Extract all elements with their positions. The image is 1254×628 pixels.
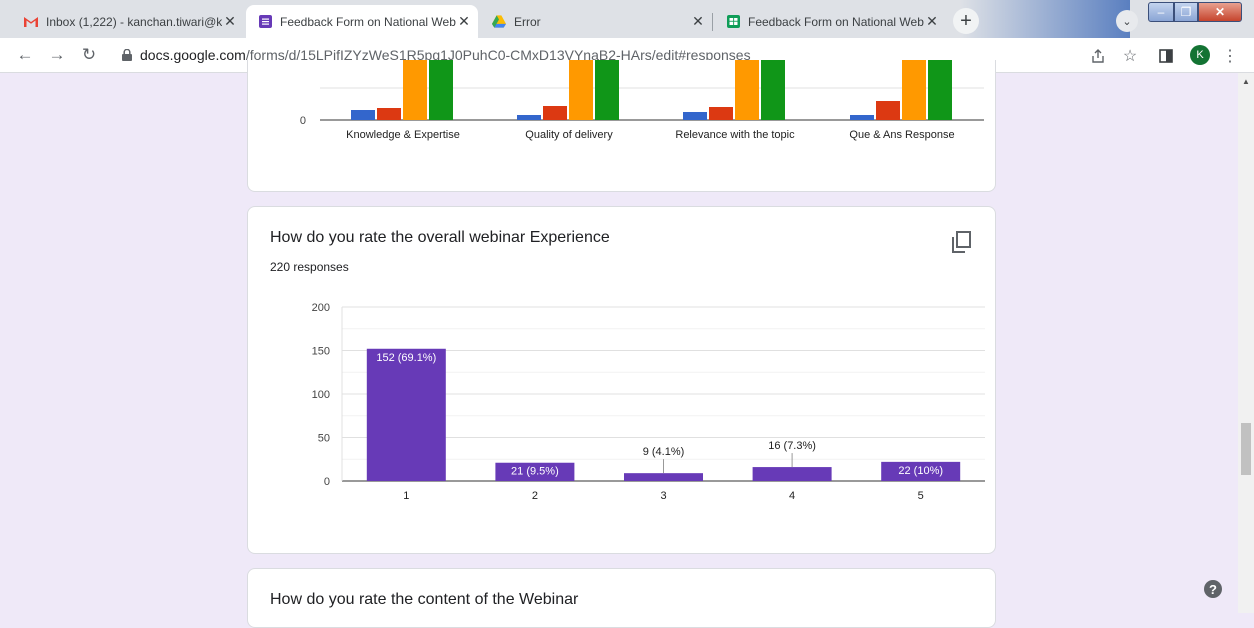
- tab-title: Inbox (1,222) - kanchan.tiwari@k: [46, 14, 222, 29]
- close-icon[interactable]: ✕: [456, 13, 472, 30]
- forward-icon[interactable]: →: [46, 44, 68, 66]
- y-tick-label: 0: [300, 115, 306, 127]
- chart-bar: [543, 106, 567, 120]
- chart-bar[interactable]: [752, 467, 832, 481]
- tab-search-button[interactable]: ⌄: [1116, 10, 1138, 32]
- chart-bar: [429, 60, 453, 120]
- close-icon[interactable]: ✕: [924, 13, 940, 30]
- x-tick-label: 3: [660, 490, 666, 502]
- chart-bar: [403, 60, 427, 120]
- page-scrollbar[interactable]: ▲: [1238, 73, 1254, 613]
- window-controls: – ❐ ✕: [1148, 2, 1242, 22]
- title-bar-gradient: [960, 0, 1130, 38]
- bar-data-label: 9 (4.1%): [643, 446, 685, 458]
- bar-data-label: 21 (9.5%): [511, 466, 559, 478]
- tab-error[interactable]: Error ✕: [480, 5, 712, 38]
- chart-bar: [351, 110, 375, 120]
- tab-title: Error: [514, 14, 541, 29]
- grouped-bar-chart: 0 Knowledge & Expertise Quality of delive…: [300, 60, 984, 141]
- chart-bar: [517, 115, 541, 120]
- back-icon[interactable]: ←: [14, 44, 36, 66]
- chart-bar: [902, 60, 926, 120]
- close-window-button[interactable]: ✕: [1198, 2, 1242, 22]
- bar-data-label: 22 (10%): [898, 465, 943, 477]
- drive-icon: [492, 15, 506, 29]
- gmail-icon: [24, 15, 38, 29]
- tab-title: Feedback Form on National Web: [748, 14, 924, 29]
- share-icon[interactable]: [1088, 46, 1108, 66]
- x-tick-label: 4: [789, 490, 795, 502]
- side-panel-icon[interactable]: [1156, 46, 1176, 66]
- response-count: 220 responses: [270, 260, 349, 274]
- chart-bar: [595, 60, 619, 120]
- chart-bar: [876, 101, 900, 120]
- chart-bar: [709, 107, 733, 120]
- scroll-up-icon[interactable]: ▲: [1242, 77, 1250, 86]
- tab-gmail[interactable]: Inbox (1,222) - kanchan.tiwari@k ✕: [12, 5, 244, 38]
- x-tick-label: Quality of delivery: [525, 129, 613, 141]
- sheets-icon: [726, 15, 740, 29]
- x-tick-label: Que & Ans Response: [849, 129, 954, 141]
- y-tick-label: 200: [312, 302, 330, 314]
- chart-bar: [569, 60, 593, 120]
- bar-data-label: 16 (7.3%): [768, 440, 816, 452]
- tab-strip: Inbox (1,222) - kanchan.tiwari@k ✕ Feedb…: [0, 0, 1254, 38]
- bookmark-star-icon[interactable]: ☆: [1120, 46, 1140, 66]
- x-tick-label: 1: [403, 490, 409, 502]
- new-tab-button[interactable]: +: [953, 8, 979, 34]
- y-tick-label: 100: [312, 389, 330, 401]
- chart-bar: [377, 108, 401, 120]
- close-icon[interactable]: ✕: [690, 13, 706, 30]
- chart-bar[interactable]: [624, 473, 703, 481]
- bar-chart: 0 50 100 150 200 152 (69.1%) 1 21 (9.5%) 2 9 (4.1…: [312, 302, 985, 502]
- chart-bar: [761, 60, 785, 120]
- x-tick-label: 2: [532, 490, 538, 502]
- close-icon[interactable]: ✕: [222, 13, 238, 30]
- chart-bar: [928, 60, 952, 120]
- copy-icon[interactable]: [951, 231, 971, 253]
- response-card-previous: 0 Knowledge & Expertise Quality of delive…: [247, 60, 996, 192]
- profile-avatar[interactable]: K: [1190, 45, 1210, 65]
- help-icon[interactable]: ?: [1204, 580, 1222, 598]
- tab-separator: [712, 13, 713, 31]
- lock-icon: [122, 49, 132, 61]
- bar-data-label: 152 (69.1%): [376, 352, 436, 364]
- response-card-webinar-content: How do you rate the content of the Webin…: [247, 568, 996, 628]
- chart-bar: [683, 112, 707, 120]
- x-tick-label: Relevance with the topic: [675, 129, 795, 141]
- question-title: How do you rate the overall webinar Expe…: [270, 229, 610, 246]
- response-card-webinar-experience: How do you rate the overall webinar Expe…: [247, 206, 996, 554]
- menu-kebab-icon[interactable]: ⋮: [1220, 46, 1240, 66]
- tab-title: Feedback Form on National Web: [280, 14, 456, 29]
- scrollbar-thumb[interactable]: [1241, 423, 1251, 475]
- chart-bar: [850, 115, 874, 120]
- x-tick-label: Knowledge & Expertise: [346, 129, 460, 141]
- url-domain: docs.google.com: [140, 47, 246, 63]
- y-tick-label: 150: [312, 346, 330, 358]
- y-tick-label: 0: [324, 476, 330, 488]
- maximize-button[interactable]: ❐: [1174, 2, 1198, 22]
- minimize-button[interactable]: –: [1148, 2, 1174, 22]
- question-title: How do you rate the content of the Webin…: [270, 591, 579, 608]
- chart-bar: [735, 60, 759, 120]
- x-tick-label: 5: [918, 490, 924, 502]
- reload-icon[interactable]: ↻: [78, 44, 100, 66]
- chart-bar[interactable]: [366, 348, 446, 481]
- tab-feedback-form[interactable]: Feedback Form on National Web ✕: [246, 5, 478, 38]
- y-tick-label: 50: [318, 433, 330, 445]
- tab-feedback-sheet[interactable]: Feedback Form on National Web ✕: [714, 5, 946, 38]
- forms-icon: [258, 15, 272, 29]
